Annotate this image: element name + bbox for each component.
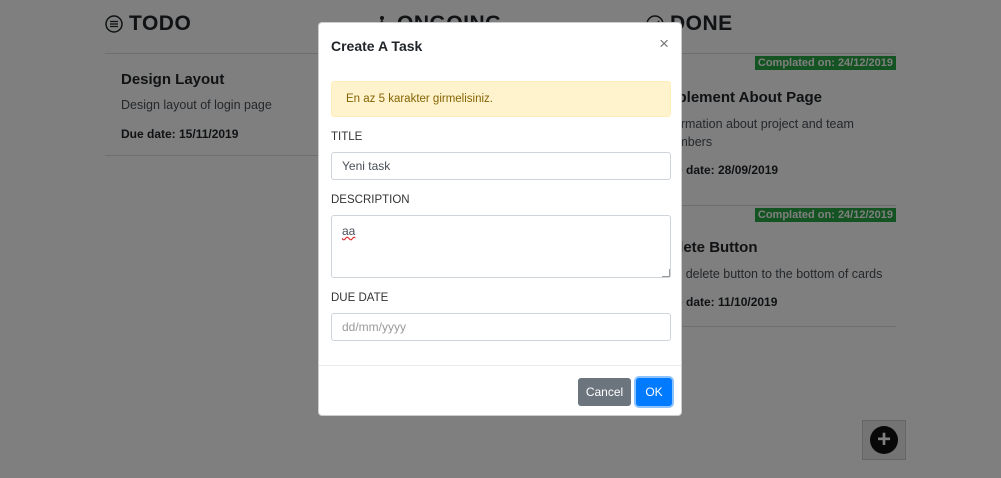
modal-title: Create A Task [331, 38, 423, 54]
cancel-button[interactable]: Cancel [578, 378, 631, 406]
close-icon[interactable]: × [659, 35, 669, 53]
title-input[interactable]: Yeni task [331, 152, 671, 180]
resize-grip-icon[interactable] [662, 269, 670, 277]
due-date-label: DUE DATE [331, 292, 389, 304]
modal-header: Create A Task × [319, 23, 681, 69]
description-textarea[interactable]: aa [331, 215, 671, 278]
modal-footer: Cancel OK [319, 365, 681, 417]
ok-button[interactable]: OK [636, 378, 672, 406]
validation-alert: En az 5 karakter girmelisiniz. [331, 81, 671, 117]
title-label: TITLE [331, 131, 363, 143]
description-label: DESCRIPTION [331, 194, 410, 206]
description-value: aa [342, 224, 356, 238]
due-date-input[interactable]: dd/mm/yyyy [331, 313, 671, 341]
create-task-modal: Create A Task × En az 5 karakter girmeli… [318, 22, 682, 416]
